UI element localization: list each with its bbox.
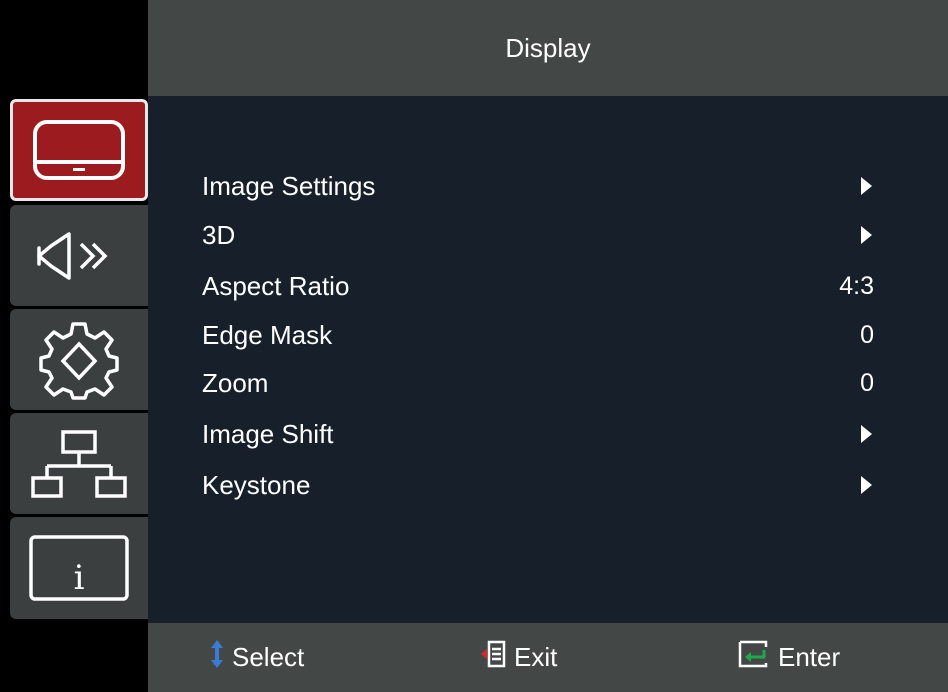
select-hint: Select	[210, 623, 304, 692]
exit-label: Exit	[514, 642, 558, 672]
sidebar-item-network[interactable]	[10, 413, 148, 514]
menu-item-aspect-ratio[interactable]: Aspect Ratio 4:3	[202, 266, 874, 306]
menu-item-value: 4:3	[839, 271, 874, 300]
menu-item-zoom[interactable]: Zoom 0	[202, 363, 874, 403]
svg-text:i: i	[74, 558, 85, 598]
menu-item-label: Zoom	[202, 367, 269, 398]
exit-hint: Exit	[480, 623, 557, 692]
menu-item-keystone[interactable]: Keystone	[202, 465, 874, 505]
up-down-arrow-icon	[210, 639, 232, 676]
menu-item-image-shift[interactable]: Image Shift	[202, 414, 874, 454]
menu-item-label: Image Shift	[202, 418, 334, 449]
gear-icon	[37, 318, 121, 402]
arrow-right-icon	[861, 476, 872, 494]
menu-item-value: 0	[860, 368, 874, 397]
menu-item-edge-mask[interactable]: Edge Mask 0	[202, 315, 874, 355]
info-icon: i	[27, 533, 131, 603]
sidebar-item-audio[interactable]	[10, 205, 148, 306]
menu-item-label: Edge Mask	[202, 319, 333, 350]
menu-item-image-settings[interactable]: Image Settings	[202, 166, 874, 206]
exit-menu-icon	[480, 640, 514, 675]
display-icon	[31, 118, 127, 182]
menu-panel: Image Settings 3D Aspect Ratio 4:3 Edge …	[148, 96, 948, 623]
footer-hints: Select Exit Enter	[148, 623, 948, 692]
select-label: Select	[232, 642, 305, 672]
menu-item-label: 3D	[202, 219, 236, 250]
arrow-right-icon	[861, 177, 872, 195]
speaker-icon	[29, 228, 129, 284]
enter-label: Enter	[778, 642, 841, 672]
menu-item-value: 0	[860, 320, 874, 349]
sidebar-item-display[interactable]	[10, 99, 148, 201]
network-icon	[29, 426, 129, 502]
arrow-right-icon	[861, 425, 872, 443]
menu-item-label: Image Settings	[202, 170, 376, 201]
menu-item-3d[interactable]: 3D	[202, 215, 874, 255]
menu-header: Display	[148, 0, 948, 96]
sidebar: i	[0, 0, 148, 692]
menu-item-label: Aspect Ratio	[202, 270, 350, 301]
enter-hint: Enter	[736, 623, 840, 692]
sidebar-item-info[interactable]: i	[10, 517, 148, 619]
sidebar-item-setup[interactable]	[10, 309, 148, 410]
menu-item-label: Keystone	[202, 469, 311, 500]
page-title: Display	[505, 32, 591, 63]
arrow-right-icon	[861, 226, 872, 244]
enter-key-icon	[736, 639, 778, 676]
